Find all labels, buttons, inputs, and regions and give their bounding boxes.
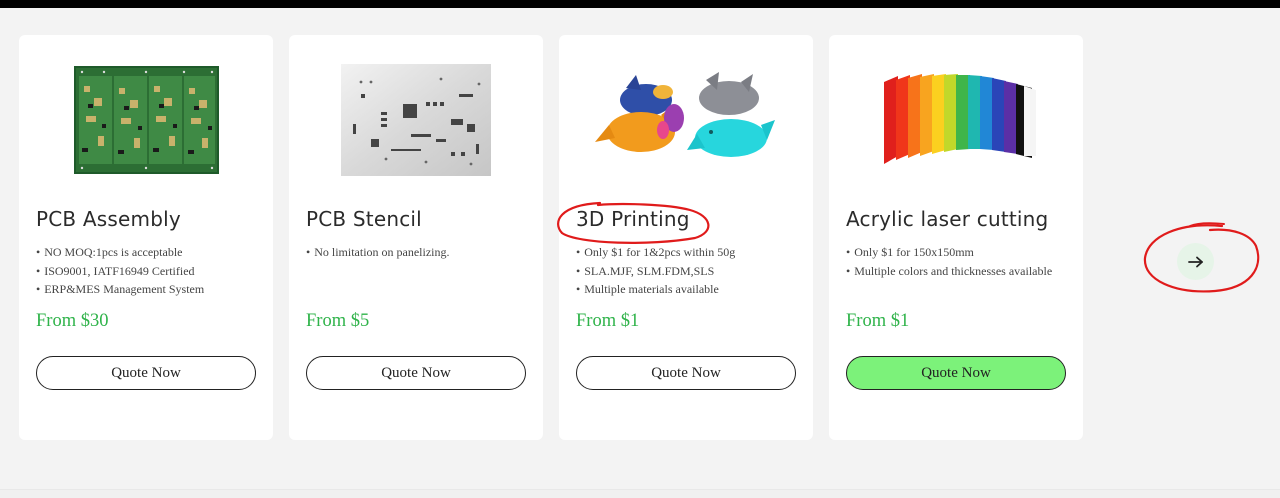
feature-list: Only $1 for 1&2pcs within 50g SLA.MJF, S…	[576, 243, 735, 299]
pcb-board-image	[19, 60, 273, 180]
feature-item: No limitation on panelizing.	[306, 243, 449, 262]
feature-item: NO MOQ:1pcs is acceptable	[36, 243, 204, 262]
price-label: From $1	[576, 311, 640, 331]
feature-item: ISO9001, IATF16949 Certified	[36, 262, 204, 281]
price-label: From $1	[846, 311, 910, 331]
carousel-next-button[interactable]	[1177, 243, 1214, 280]
pcb-stencil-image	[289, 60, 543, 180]
arrow-right-icon	[1187, 256, 1203, 267]
feature-list: NO MOQ:1pcs is acceptable ISO9001, IATF1…	[36, 243, 204, 299]
price-label: From $5	[306, 311, 370, 331]
card-title: 3D Printing	[576, 207, 690, 231]
quote-now-button[interactable]: Quote Now	[36, 356, 256, 390]
feature-item: Only $1 for 1&2pcs within 50g	[576, 243, 735, 262]
feature-item: Only $1 for 150x150mm	[846, 243, 1052, 262]
quote-now-button[interactable]: Quote Now	[306, 356, 526, 390]
product-card-3d-printing: 3D Printing Only $1 for 1&2pcs within 50…	[559, 35, 813, 440]
quote-now-button[interactable]: Quote Now	[846, 356, 1066, 390]
feature-list: Only $1 for 150x150mm Multiple colors an…	[846, 243, 1052, 280]
card-title: Acrylic laser cutting	[846, 207, 1049, 231]
feature-item: Multiple colors and thicknesses availabl…	[846, 262, 1052, 281]
feature-item: SLA.MJF, SLM.FDM,SLS	[576, 262, 735, 281]
product-card-pcb-stencil: PCB Stencil No limitation on panelizing.…	[289, 35, 543, 440]
price-label: From $30	[36, 311, 109, 331]
card-title: PCB Stencil	[306, 207, 422, 231]
acrylic-sheets-image	[829, 60, 1083, 180]
top-bar	[0, 0, 1280, 8]
3d-printed-dragons-image	[559, 60, 813, 180]
feature-list: No limitation on panelizing.	[306, 243, 449, 262]
feature-item: ERP&MES Management System	[36, 280, 204, 299]
product-card-pcb-assembly: PCB Assembly NO MOQ:1pcs is acceptable I…	[19, 35, 273, 440]
quote-now-button[interactable]: Quote Now	[576, 356, 796, 390]
product-card-acrylic-laser-cutting: Acrylic laser cutting Only $1 for 150x15…	[829, 35, 1083, 440]
card-title: PCB Assembly	[36, 207, 181, 231]
feature-item: Multiple materials available	[576, 280, 735, 299]
